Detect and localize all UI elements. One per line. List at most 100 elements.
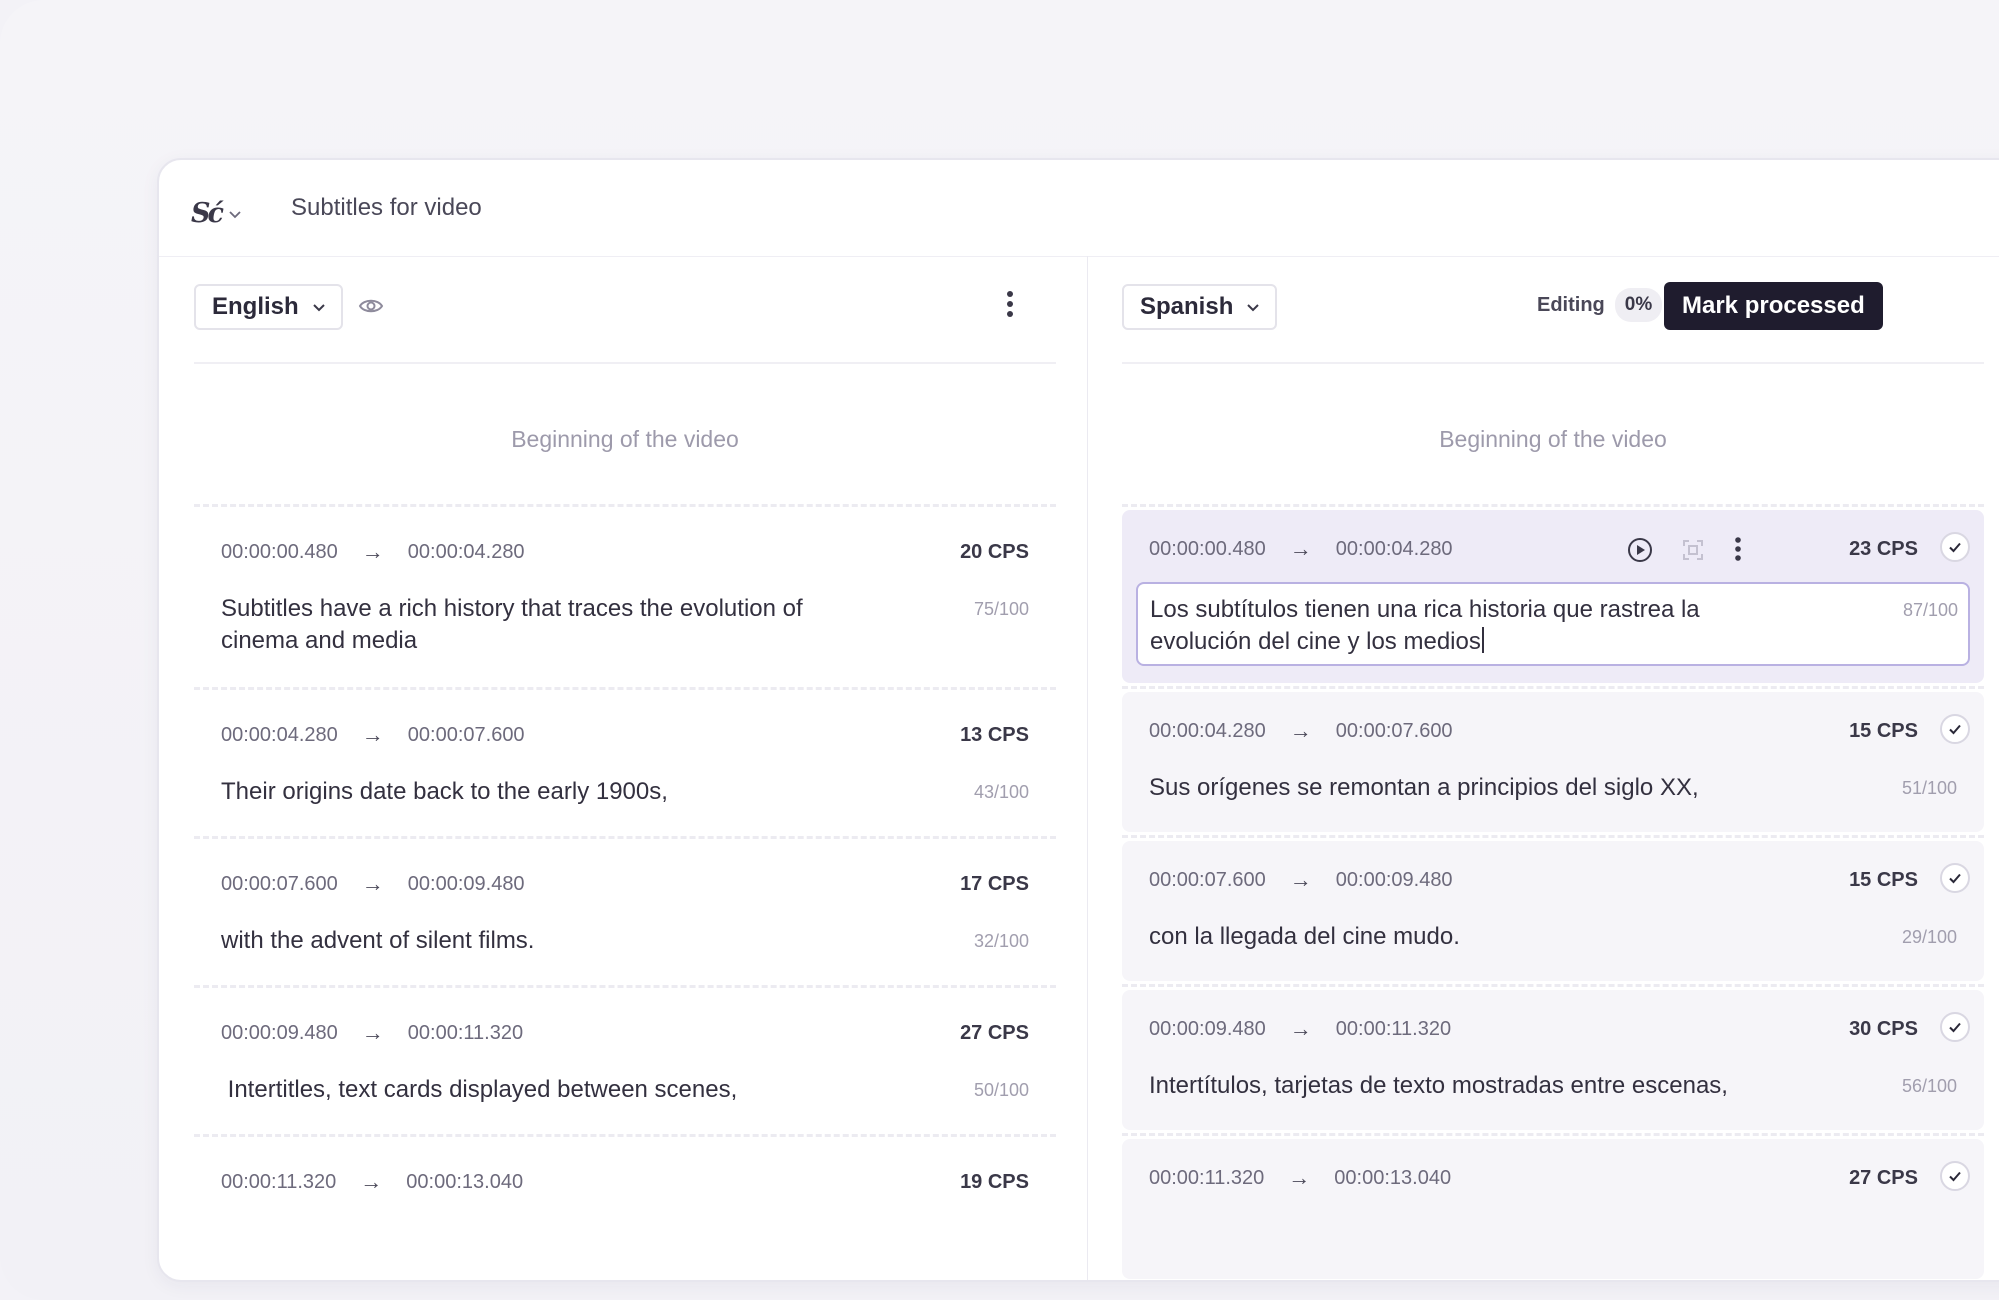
start-time: 00:00:07.600 [221, 872, 338, 895]
subtitle-text: Their origins date back to the early 190… [221, 778, 668, 805]
cps-value: 20 CPS [960, 541, 1029, 563]
start-time: 00:00:00.480 [1149, 537, 1266, 560]
arrow-right-icon: → [361, 722, 384, 747]
approve-checkbox[interactable] [1940, 863, 1970, 893]
cps-value: 13 CPS [960, 724, 1029, 746]
editing-percent-badge: 0% [1614, 288, 1663, 322]
start-time: 00:00:00.480 [221, 540, 338, 563]
row-separator [1122, 686, 1984, 689]
start-time: 00:00:04.280 [221, 723, 338, 746]
cps-value: 15 CPS [1849, 720, 1918, 742]
start-time: 00:00:11.320 [1149, 1166, 1265, 1189]
chevron-down-icon [1247, 304, 1260, 312]
split-icon[interactable] [1681, 538, 1705, 562]
subtitle-row[interactable]: 00:00:07.600 → 00:00:09.480 15 CPS con la … [1122, 841, 1984, 981]
subtitle-row[interactable]: 00:00:04.280 → 00:00:07.600 15 CPS Sus orí… [1122, 692, 1984, 832]
subtitle-edit-field[interactable]: Los subtítulos tienen una rica historia … [1136, 582, 1970, 666]
char-count: 50/100 [973, 1080, 1029, 1100]
source-language-select[interactable]: English [194, 284, 343, 330]
char-count: 29/100 [1901, 927, 1957, 947]
subtitle-text: Sus orígenes se remontan a principios de… [1149, 774, 1699, 801]
check-icon [1949, 1022, 1961, 1033]
subtitle-row[interactable]: 00:00:11.320 → 00:00:13.040 19 CPS [194, 1134, 1056, 1280]
arrow-right-icon: → [1288, 1165, 1311, 1190]
arrow-right-icon: → [1289, 718, 1312, 743]
approve-checkbox[interactable] [1940, 1012, 1970, 1042]
end-time: 00:00:04.280 [1335, 537, 1453, 560]
end-time: 00:00:11.320 [1335, 1017, 1452, 1040]
editing-label: Editing [1537, 293, 1605, 316]
approve-checkbox[interactable] [1940, 714, 1970, 744]
arrow-right-icon: → [361, 871, 384, 896]
cps-value: 17 CPS [960, 873, 1029, 895]
char-count: 75/100 [973, 599, 1029, 619]
source-language-label: English [212, 293, 299, 320]
subtitle-text: Intertitles, text cards displayed betwee… [221, 1076, 738, 1103]
cps-value: 23 CPS [1849, 538, 1918, 560]
end-time: 00:00:11.320 [407, 1021, 524, 1044]
more-options-icon[interactable] [1006, 290, 1014, 318]
start-time: 00:00:07.600 [1149, 868, 1266, 891]
source-pane: English Beginning of the video 00:00:00.… [194, 256, 1056, 1280]
subtitle-text: con la llegada del cine mudo. [1149, 923, 1460, 950]
more-options-icon[interactable] [1734, 536, 1742, 562]
subtitle-text: Los subtítulos tienen una rica historia … [1150, 596, 1700, 655]
mark-processed-button[interactable]: Mark processed [1664, 282, 1883, 330]
text-caret [1481, 627, 1484, 653]
row-separator [1122, 984, 1984, 987]
cps-value: 19 CPS [960, 1171, 1029, 1193]
end-time: 00:00:09.480 [1335, 868, 1453, 891]
approve-checkbox[interactable] [1940, 532, 1970, 562]
pane-divider [1087, 256, 1088, 1280]
end-time: 00:00:04.280 [407, 540, 525, 563]
subtitle-text: Subtitles have a rich history that trace… [221, 595, 803, 654]
cps-value: 27 CPS [1849, 1167, 1918, 1189]
subtitle-text: with the advent of silent films. [221, 927, 535, 954]
arrow-right-icon: → [361, 539, 384, 564]
cps-value: 30 CPS [1849, 1018, 1918, 1040]
subtitle-row[interactable]: 00:00:11.320 → 00:00:13.040 27 CPS [1122, 1139, 1984, 1279]
subtitle-row[interactable]: 00:00:07.600 → 00:00:09.480 17 CPS with th… [194, 836, 1056, 985]
start-time: 00:00:09.480 [221, 1021, 338, 1044]
arrow-right-icon: → [360, 1169, 383, 1194]
chevron-down-icon [312, 304, 325, 312]
beginning-marker: Beginning of the video [511, 426, 739, 452]
check-icon [1949, 873, 1961, 884]
char-count: 32/100 [973, 931, 1029, 951]
arrow-right-icon: → [1289, 867, 1312, 892]
subtitle-row-active[interactable]: 00:00:00.480 → 00:00:04.280 23 CPS Los sub… [1122, 510, 1984, 683]
app-menu[interactable]: Sć [191, 198, 243, 229]
char-count: 87/100 [1902, 600, 1958, 620]
arrow-right-icon: → [1289, 1016, 1312, 1041]
char-count: 56/100 [1901, 1076, 1957, 1096]
target-language-label: Spanish [1140, 293, 1234, 320]
cps-value: 15 CPS [1849, 869, 1918, 891]
subtitle-row[interactable]: 00:00:09.480 → 00:00:11.320 27 CPS Interti… [194, 985, 1056, 1134]
cps-value: 27 CPS [960, 1022, 1029, 1044]
row-separator [1122, 1133, 1984, 1136]
play-icon[interactable] [1627, 537, 1653, 563]
char-count: 51/100 [1901, 778, 1957, 798]
row-separator [1122, 504, 1984, 507]
chevron-down-icon [229, 210, 241, 218]
approve-checkbox[interactable] [1940, 1161, 1970, 1191]
start-time: 00:00:04.280 [1149, 719, 1266, 742]
end-time: 00:00:09.480 [407, 872, 525, 895]
editor-window: Sć Subtitles for video English Beginning… [157, 158, 1999, 1282]
row-separator [1122, 835, 1984, 838]
start-time: 00:00:11.320 [221, 1170, 337, 1193]
end-time: 00:00:07.600 [407, 723, 525, 746]
subtitle-text: Intertítulos, tarjetas de texto mostrada… [1149, 1072, 1728, 1099]
check-icon [1949, 724, 1961, 735]
subtitle-row[interactable]: 00:00:00.480 → 00:00:04.280 20 CPS Subtitl… [194, 504, 1056, 687]
start-time: 00:00:09.480 [1149, 1017, 1266, 1040]
subtitle-row[interactable]: 00:00:04.280 → 00:00:07.600 13 CPS Their o… [194, 687, 1056, 836]
target-pane-header: Spanish Editing 0% Mark processed [1122, 256, 1984, 364]
check-icon [1949, 542, 1961, 553]
end-time: 00:00:07.600 [1335, 719, 1453, 742]
app-logo: Sć [191, 198, 224, 229]
eye-icon[interactable] [358, 296, 384, 316]
subtitle-row[interactable]: 00:00:09.480 → 00:00:11.320 30 CPS Intertí… [1122, 990, 1984, 1130]
target-language-select[interactable]: Spanish [1122, 284, 1278, 330]
arrow-right-icon: → [1289, 536, 1312, 561]
